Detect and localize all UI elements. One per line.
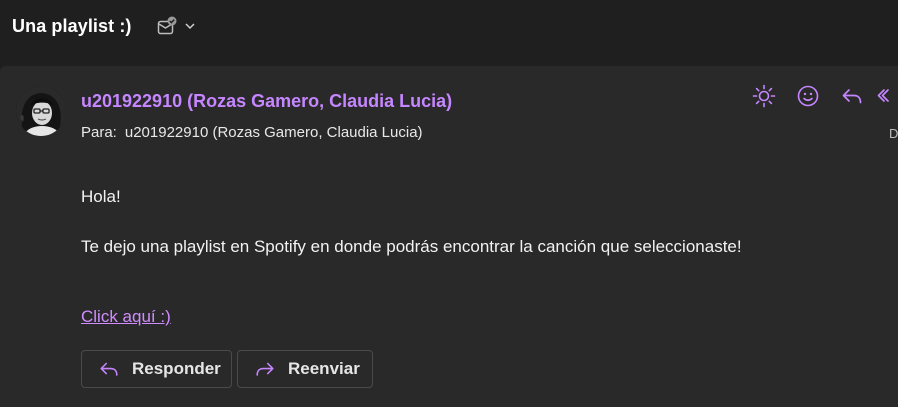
to-label: Para:: [81, 124, 117, 141]
reading-pane-header: Una playlist :): [0, 0, 898, 52]
sun-icon[interactable]: [742, 84, 786, 108]
mail-actions-dropdown[interactable]: [156, 15, 196, 37]
forward-icon: [254, 358, 276, 380]
body-paragraph: Te dejo una playlist en Spotify en donde…: [81, 237, 742, 256]
mail-check-icon: [156, 15, 178, 37]
message-card: u201922910 (Rozas Gamero, Claudia Lucia)…: [0, 66, 898, 407]
forward-button[interactable]: Reenviar: [237, 350, 373, 388]
sender-name[interactable]: u201922910 (Rozas Gamero, Claudia Lucia): [81, 91, 452, 112]
reply-button[interactable]: Responder: [81, 350, 232, 388]
reply-icon: [98, 358, 120, 380]
to-recipient[interactable]: u201922910 (Rozas Gamero, Claudia Lucia): [125, 124, 423, 141]
forward-button-label: Reenviar: [288, 359, 360, 378]
reply-all-icon[interactable]: [874, 84, 898, 108]
avatar[interactable]: [16, 86, 66, 136]
playlist-link[interactable]: Click aquí :): [81, 307, 171, 327]
reply-button-label: Responder: [132, 359, 221, 378]
body-greeting: Hola!: [81, 187, 121, 206]
chevron-down-icon: [184, 20, 196, 32]
message-date: D: [889, 126, 898, 141]
emoji-icon[interactable]: [786, 84, 830, 108]
message-actions: [742, 84, 898, 108]
recipients-line: Para: u201922910 (Rozas Gamero, Claudia L…: [81, 124, 423, 141]
message-subject: Una playlist :): [12, 15, 132, 36]
reply-icon[interactable]: [830, 84, 874, 108]
